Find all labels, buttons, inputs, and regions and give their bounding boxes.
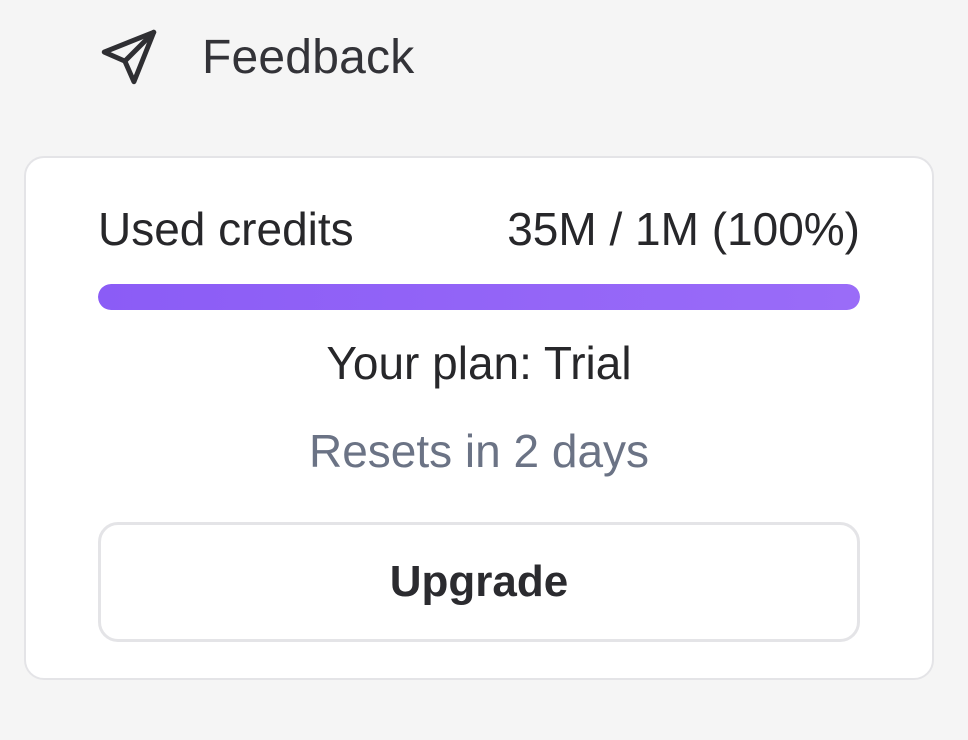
credits-progress-fill [98,284,860,310]
used-credits-value: 35M / 1M (100%) [507,203,860,255]
reset-text: Resets in 2 days [308,425,650,477]
used-credits-label: Used credits [98,203,354,255]
send-icon [96,24,162,90]
upgrade-button[interactable]: Upgrade [98,522,860,642]
credits-progress-bar [98,284,860,310]
credits-card: Used credits 35M / 1M (100%) Your plan: … [24,156,934,680]
feedback-label: Feedback [202,30,415,84]
feedback-link[interactable]: Feedback [96,22,414,92]
credits-row: Used credits 35M / 1M (100%) [98,202,860,256]
plan-text: Your plan: Trial [326,337,632,389]
